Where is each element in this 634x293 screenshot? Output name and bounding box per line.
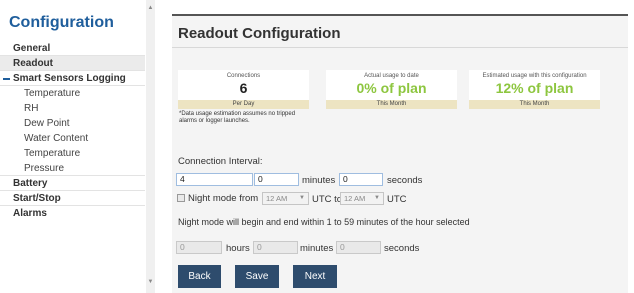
connections-card: Connections 6 Per Day (178, 70, 309, 109)
interval-minutes-input[interactable]: 0 (254, 173, 299, 186)
scroll-up-icon[interactable]: ▲ (147, 4, 154, 12)
sidebar-item-alarms[interactable]: Alarms (0, 206, 145, 221)
card-label: Estimated usage with this configuration (482, 73, 587, 79)
card-value: 6 (239, 80, 248, 96)
select-value: 12 AM (344, 194, 366, 203)
sidebar-item-general[interactable]: General (0, 41, 145, 56)
select-value: 12 AM (266, 194, 288, 203)
back-button[interactable]: Back (178, 265, 221, 288)
sidebar-item-rh[interactable]: RH (0, 101, 145, 116)
sidebar-item-label: Smart Sensors Logging (13, 73, 126, 84)
usage-note: *Data usage estimation assumes no trippe… (179, 111, 296, 124)
connection-interval-label: Connection Interval: (178, 156, 263, 167)
card-value: 0% of plan (356, 80, 427, 96)
main-header: Readout Configuration (172, 14, 628, 48)
night-seconds-input[interactable]: 0 (336, 241, 381, 254)
chevron-down-icon: ▼ (299, 195, 305, 201)
sidebar-item-smart-sensors-logging[interactable]: Smart Sensors Logging (0, 71, 145, 86)
minutes-label: minutes (300, 243, 334, 254)
seconds-label: seconds (384, 243, 420, 254)
app-root: Configuration General Readout Smart Sens… (0, 0, 634, 293)
sidebar-item-start-stop[interactable]: Start/Stop (0, 191, 145, 206)
sidebar-item-readout[interactable]: Readout (0, 56, 145, 71)
page-title: Readout Configuration (178, 25, 341, 42)
night-minutes-input[interactable]: 0 (253, 241, 298, 254)
minus-icon (3, 78, 10, 80)
sidebar-item-dew-point[interactable]: Dew Point (0, 116, 145, 131)
card-label: Actual usage to date (364, 73, 419, 79)
card-value: 12% of plan (495, 80, 574, 96)
interval-hours-input[interactable]: 4 (176, 173, 253, 186)
sidebar-item-battery[interactable]: Battery (0, 176, 145, 191)
card-label: Connections (226, 73, 261, 79)
sidebar-item-temperature[interactable]: Temperature (0, 86, 145, 101)
sidebar-scrollbar[interactable]: ▲ ▼ (146, 0, 155, 293)
actual-usage-card: Actual usage to date 0% of plan This Mon… (326, 70, 457, 109)
estimated-usage-card: Estimated usage with this configuration … (469, 70, 600, 109)
sidebar-title: Configuration (9, 14, 114, 31)
card-foot: This Month (469, 100, 600, 109)
night-mode-checkbox[interactable] (177, 194, 185, 202)
scroll-down-icon[interactable]: ▼ (147, 278, 154, 286)
next-button[interactable]: Next (293, 265, 337, 288)
save-button[interactable]: Save (235, 265, 279, 288)
sidebar-item-temperature-2[interactable]: Temperature (0, 146, 145, 161)
night-hours-input[interactable]: 0 (176, 241, 222, 254)
main-panel: Readout Configuration Connections 6 Per … (172, 14, 628, 293)
night-mode-info: Night mode will begin and end within 1 t… (178, 217, 470, 227)
night-mode-from-select[interactable]: 12 AM ▼ (262, 192, 309, 205)
seconds-label: seconds (387, 175, 423, 186)
sidebar-item-water-content[interactable]: Water Content (0, 131, 145, 146)
sidebar-item-pressure[interactable]: Pressure (0, 161, 145, 176)
utc-to-label: UTC to (312, 194, 343, 205)
utc-label: UTC (387, 194, 407, 205)
interval-seconds-input[interactable]: 0 (339, 173, 383, 186)
sidebar-nav: General Readout Smart Sensors Logging Te… (0, 41, 145, 221)
night-mode-label: Night mode from (188, 193, 259, 204)
hours-label: hours (226, 243, 250, 254)
sidebar: Configuration General Readout Smart Sens… (0, 0, 145, 293)
card-foot: This Month (326, 100, 457, 109)
card-foot: Per Day (178, 100, 309, 109)
night-mode-to-select[interactable]: 12 AM ▼ (340, 192, 384, 205)
minutes-label: minutes (302, 175, 336, 186)
chevron-down-icon: ▼ (374, 195, 380, 201)
